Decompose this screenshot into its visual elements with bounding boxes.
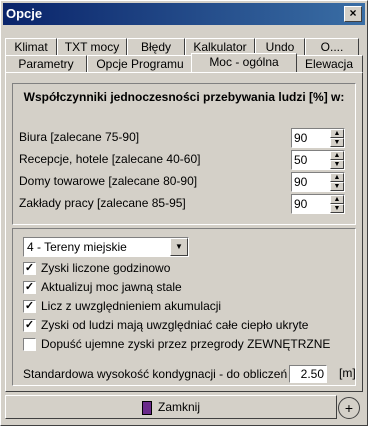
spin-down-icon[interactable]: ▼: [330, 204, 344, 213]
close-button-label: Zamknij: [157, 400, 200, 414]
floor-height-input[interactable]: 2.50: [289, 365, 327, 383]
spinner-biura-value[interactable]: 90: [294, 131, 307, 145]
checkbox-label: Dopuść ujemne zyski przez przegrody ZEWN…: [41, 337, 331, 351]
tab-parametry[interactable]: Parametry: [5, 55, 87, 72]
door-icon: [141, 400, 152, 415]
tab-bledy[interactable]: Błędy: [127, 38, 185, 55]
occupancy-heading: Współczynniki jednoczesności przebywania…: [23, 90, 345, 104]
tab-klimat[interactable]: Klimat: [5, 38, 57, 55]
spin-up-icon[interactable]: ▲: [330, 173, 344, 182]
occupancy-group: Współczynniki jednoczesności przebywania…: [12, 83, 356, 225]
close-icon[interactable]: ×: [344, 6, 362, 22]
spinner-recepcje-value[interactable]: 50: [294, 153, 307, 167]
options-group: 4 - Tereny miejskie ▼ ✓ Zyski liczone go…: [12, 228, 356, 386]
chevron-down-icon[interactable]: ▼: [170, 238, 188, 256]
terrain-select-value: 4 - Tereny miejskie: [27, 240, 127, 254]
checkbox-box[interactable]: [23, 338, 36, 351]
title-bar: Opcje ×: [3, 3, 365, 25]
checkbox-label: Zyski od ludzi mają uwzględniać całe cie…: [41, 318, 309, 332]
spinner-zaklady-pracy[interactable]: 90 ▲ ▼: [291, 194, 345, 214]
spin-up-icon[interactable]: ▲: [330, 195, 344, 204]
spin-up-icon[interactable]: ▲: [330, 129, 344, 138]
terrain-select[interactable]: 4 - Tereny miejskie ▼: [23, 237, 189, 257]
plus-icon[interactable]: +: [338, 397, 360, 419]
window-title: Opcje: [6, 6, 43, 21]
checkbox-label: Licz z uwzględnieniem akumulacji: [41, 299, 222, 313]
checkbox-label: Aktualizuj moc jawną stale: [41, 280, 182, 294]
label-recepcje: Recepcje, hotele [zalecane 40-60]: [19, 152, 201, 166]
label-zaklady-pracy: Zakłady pracy [zalecane 85-95]: [19, 196, 186, 210]
tab-elewacja[interactable]: Elewacja: [295, 55, 363, 72]
floor-height-unit: [m]: [339, 366, 356, 380]
floor-height-label: Standardowa wysokość kondygnacji - do ob…: [23, 367, 314, 381]
spin-down-icon[interactable]: ▼: [330, 182, 344, 191]
close-button[interactable]: Zamknij: [5, 395, 337, 419]
tab-row-1: Klimat TXT mocy Błędy Kalkulator Undo O.…: [5, 36, 361, 55]
checkbox-label: Zyski liczone godzinowo: [41, 261, 171, 275]
spinner-domy-towarowe[interactable]: 90 ▲ ▼: [291, 172, 345, 192]
tab-moc-ogolna[interactable]: Moc - ogólna: [191, 53, 297, 72]
tab-panel: Współczynniki jednoczesności przebywania…: [5, 72, 363, 392]
checkbox-box[interactable]: ✓: [23, 281, 36, 294]
spinner-biura[interactable]: 90 ▲ ▼: [291, 128, 345, 148]
spin-down-icon[interactable]: ▼: [330, 160, 344, 169]
tab-o[interactable]: O....: [305, 38, 359, 55]
spinner-domy-value[interactable]: 90: [294, 175, 307, 189]
checkbox-box[interactable]: ✓: [23, 300, 36, 313]
label-domy-towarowe: Domy towarowe [zalecane 80-90]: [19, 174, 198, 188]
spin-down-icon[interactable]: ▼: [330, 138, 344, 147]
checkbox-box[interactable]: ✓: [23, 262, 36, 275]
spinner-recepcje[interactable]: 50 ▲ ▼: [291, 150, 345, 170]
tab-row-2: Parametry Opcje Programu Moc - ogólna El…: [5, 53, 363, 72]
options-window: Opcje × Klimat TXT mocy Błędy Kalkulator…: [0, 0, 368, 426]
spin-up-icon[interactable]: ▲: [330, 151, 344, 160]
checkbox-box[interactable]: ✓: [23, 319, 36, 332]
tab-txt-mocy[interactable]: TXT mocy: [57, 38, 127, 55]
tab-opcje-programu[interactable]: Opcje Programu: [87, 55, 193, 72]
spinner-zaklady-value[interactable]: 90: [294, 197, 307, 211]
label-biura: Biura [zalecane 75-90]: [19, 130, 140, 144]
